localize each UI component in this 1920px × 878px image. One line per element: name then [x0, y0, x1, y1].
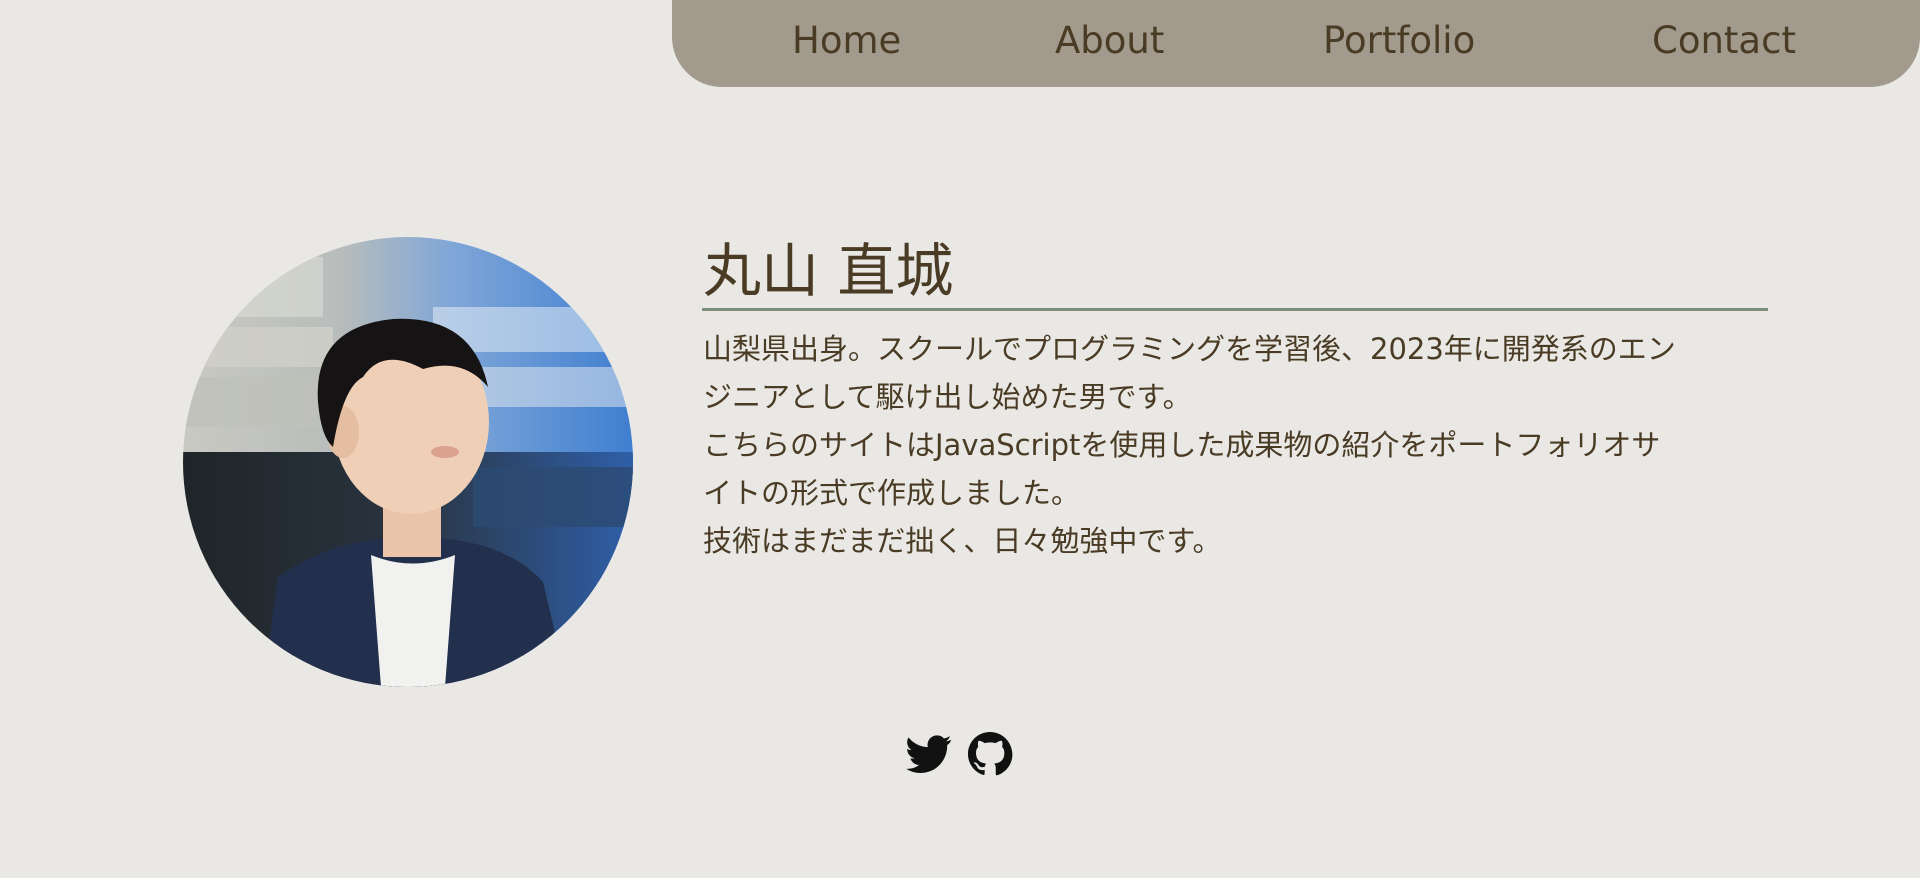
nav-about-link[interactable]: About	[1055, 18, 1164, 64]
nav-home-link[interactable]: Home	[792, 18, 901, 64]
twitter-link[interactable]	[906, 731, 952, 777]
profile-photo	[183, 237, 633, 687]
name-underline	[702, 308, 1768, 311]
bio-line: イトの形式で作成しました。	[703, 476, 1081, 510]
profile-bio: 山梨県出身。スクールでプログラミングを学習後、2023年に開発系のエン ジニアと…	[703, 325, 1769, 565]
github-icon	[967, 731, 1013, 776]
twitter-icon	[906, 735, 952, 773]
bio-line: ジニアとして駆け出し始めた男です。	[703, 380, 1192, 414]
profile-photo-image	[183, 237, 633, 687]
profile-name: 丸山 直城	[703, 237, 954, 305]
nav-portfolio-link[interactable]: Portfolio	[1323, 18, 1475, 64]
bio-line: こちらのサイトはJavaScriptを使用した成果物の紹介をポートフォリオサ	[703, 428, 1661, 462]
nav-contact-link[interactable]: Contact	[1652, 18, 1796, 64]
github-link[interactable]	[967, 731, 1013, 777]
page: Home About Portfolio Contact 丸山 直城 山梨県出身…	[0, 0, 1920, 878]
top-nav: Home About Portfolio Contact	[672, 0, 1920, 87]
bio-line: 技術はまだまだ拙く、日々勉強中です。	[703, 524, 1222, 558]
bio-line: 山梨県出身。スクールでプログラミングを学習後、2023年に開発系のエン	[703, 332, 1676, 366]
